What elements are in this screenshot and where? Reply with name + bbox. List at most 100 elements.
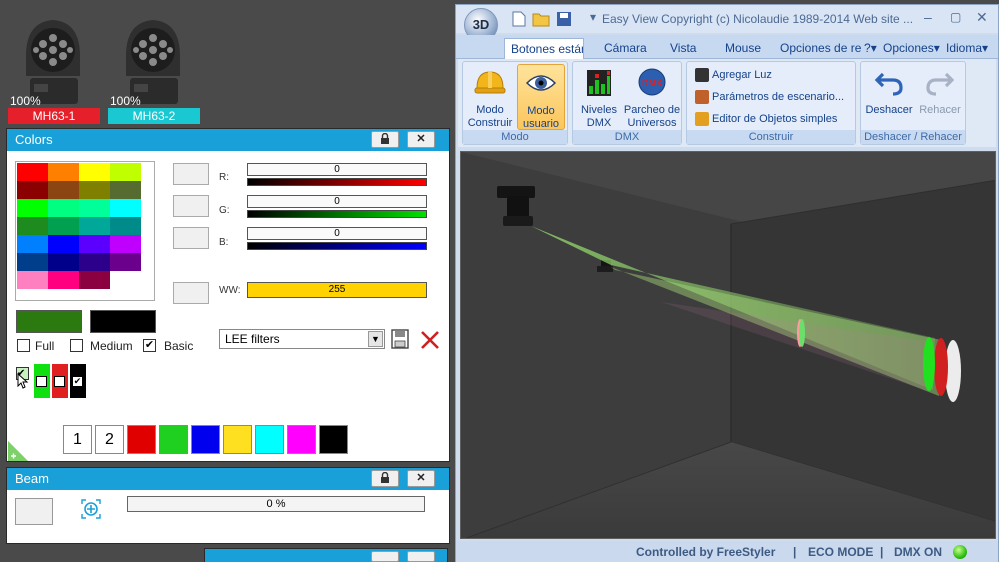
opciones-menu[interactable]: Opciones▾: [877, 38, 946, 59]
beam-slider[interactable]: 0 %: [127, 496, 425, 512]
close-button[interactable]: ✕: [407, 470, 435, 487]
palette-swatch[interactable]: [17, 235, 48, 253]
quick-access-chevron-icon[interactable]: ▾: [590, 10, 596, 24]
palette-swatch[interactable]: [17, 163, 48, 181]
lock-button[interactable]: [371, 551, 399, 562]
close-button[interactable]: [407, 551, 435, 562]
g-reset-button[interactable]: [173, 195, 209, 217]
palette-swatch[interactable]: [17, 181, 48, 199]
basic-checkbox[interactable]: ✔: [143, 339, 156, 352]
3d-viewport[interactable]: [460, 151, 996, 539]
b-reset-button[interactable]: [173, 227, 209, 249]
new-file-icon[interactable]: [512, 11, 526, 27]
maximize-icon[interactable]: ▢: [950, 10, 961, 24]
r-reset-button[interactable]: [173, 163, 209, 185]
parcheo-universos-button[interactable]: DMX Parcheo de Universos: [623, 64, 681, 130]
green-channel-checkbox[interactable]: [36, 376, 47, 387]
palette-swatch[interactable]: [79, 181, 110, 199]
b-slider[interactable]: [247, 242, 427, 250]
quick-color-swatch[interactable]: [255, 425, 284, 454]
fixture-mh63-2[interactable]: 100% MH63-2: [108, 14, 200, 124]
fixture-mh63-1[interactable]: 100% MH63-1: [8, 14, 100, 124]
ww-value-field[interactable]: 255: [247, 282, 427, 298]
palette-swatch[interactable]: [17, 253, 48, 271]
red-channel-checkbox[interactable]: [54, 376, 65, 387]
page-1-button[interactable]: 1: [63, 425, 92, 454]
black-channel-checkbox[interactable]: ✔: [72, 376, 83, 387]
palette-swatch[interactable]: [79, 271, 110, 289]
rehacer-button[interactable]: Rehacer: [915, 64, 965, 124]
tab-opciones-de-render[interactable]: Opciones de re: [774, 38, 862, 59]
palette-swatch[interactable]: [110, 271, 141, 289]
editor-objetos-item[interactable]: Editor de Objetos simples: [695, 110, 837, 128]
quick-color-swatch[interactable]: [287, 425, 316, 454]
palette-swatch[interactable]: [17, 271, 48, 289]
idioma-menu[interactable]: Idioma▾: [940, 38, 994, 59]
modo-usuario-button[interactable]: Modo usuario: [517, 64, 565, 130]
medium-checkbox[interactable]: [70, 339, 83, 352]
palette-swatch[interactable]: [79, 235, 110, 253]
palette-swatch[interactable]: [110, 217, 141, 235]
channel-green[interactable]: [34, 364, 50, 398]
zoom-target-icon[interactable]: [80, 498, 102, 520]
g-slider[interactable]: [247, 210, 427, 218]
close-button[interactable]: ✕: [407, 131, 435, 148]
palette-swatch[interactable]: [48, 181, 79, 199]
palette-swatch[interactable]: [48, 217, 79, 235]
tab-camara[interactable]: Cámara: [598, 38, 653, 59]
lock-button[interactable]: [371, 131, 399, 148]
palette-swatch[interactable]: [110, 163, 141, 181]
r-value-field[interactable]: 0: [247, 163, 427, 176]
secondary-color-swatch[interactable]: [90, 310, 156, 333]
palette-swatch[interactable]: [79, 199, 110, 217]
agregar-luz-item[interactable]: Agregar Luz: [695, 66, 772, 84]
palette-swatch[interactable]: [110, 199, 141, 217]
parametros-escenario-item[interactable]: Parámetros de escenario...: [695, 88, 844, 106]
tab-vista[interactable]: Vista: [664, 38, 702, 59]
chevron-down-icon[interactable]: ▼: [368, 331, 383, 347]
open-folder-icon[interactable]: [532, 11, 550, 27]
palette-swatch[interactable]: [79, 163, 110, 181]
channel-red[interactable]: [52, 364, 68, 398]
b-value-field[interactable]: 0: [247, 227, 427, 240]
quick-color-swatch[interactable]: [191, 425, 220, 454]
full-checkbox[interactable]: [17, 339, 30, 352]
palette-swatch[interactable]: [48, 235, 79, 253]
palette-swatch[interactable]: [79, 253, 110, 271]
tab-botones-estandar[interactable]: Botones estánd: [504, 38, 584, 59]
palette-swatch[interactable]: [79, 217, 110, 235]
resize-corner-icon[interactable]: [8, 441, 28, 461]
palette-swatch[interactable]: [110, 235, 141, 253]
quick-color-swatch[interactable]: [223, 425, 252, 454]
save-icon[interactable]: [391, 329, 409, 349]
tab-mouse[interactable]: Mouse: [719, 38, 767, 59]
quick-color-swatch[interactable]: [319, 425, 348, 454]
save-icon[interactable]: [556, 11, 572, 27]
quick-color-swatch[interactable]: [127, 425, 156, 454]
palette-swatch[interactable]: [48, 199, 79, 217]
beam-reset-button[interactable]: [15, 498, 53, 525]
palette-swatch[interactable]: [17, 199, 48, 217]
close-icon[interactable]: ✕: [976, 9, 988, 26]
filter-select[interactable]: LEE filters ▼: [219, 329, 385, 349]
current-color-swatch[interactable]: [16, 310, 82, 333]
ww-reset-button[interactable]: [173, 282, 209, 304]
palette-swatch[interactable]: [110, 181, 141, 199]
page-2-button[interactable]: 2: [95, 425, 124, 454]
palette-swatch[interactable]: [48, 271, 79, 289]
delete-icon[interactable]: [419, 329, 441, 351]
palette-swatch[interactable]: [48, 163, 79, 181]
palette-swatch[interactable]: [110, 253, 141, 271]
deshacer-button[interactable]: Deshacer: [863, 64, 915, 124]
quick-color-swatch[interactable]: [159, 425, 188, 454]
r-slider[interactable]: [247, 178, 427, 186]
palette-swatch[interactable]: [48, 253, 79, 271]
status-separator: |: [793, 545, 797, 559]
channel-black[interactable]: ✔: [70, 364, 86, 398]
modo-construir-button[interactable]: Modo Construir: [465, 64, 515, 130]
niveles-dmx-button[interactable]: Niveles DMX: [575, 64, 623, 130]
minimize-icon[interactable]: –: [924, 9, 932, 25]
lock-button[interactable]: [371, 470, 399, 487]
palette-swatch[interactable]: [17, 217, 48, 235]
g-value-field[interactable]: 0: [247, 195, 427, 208]
